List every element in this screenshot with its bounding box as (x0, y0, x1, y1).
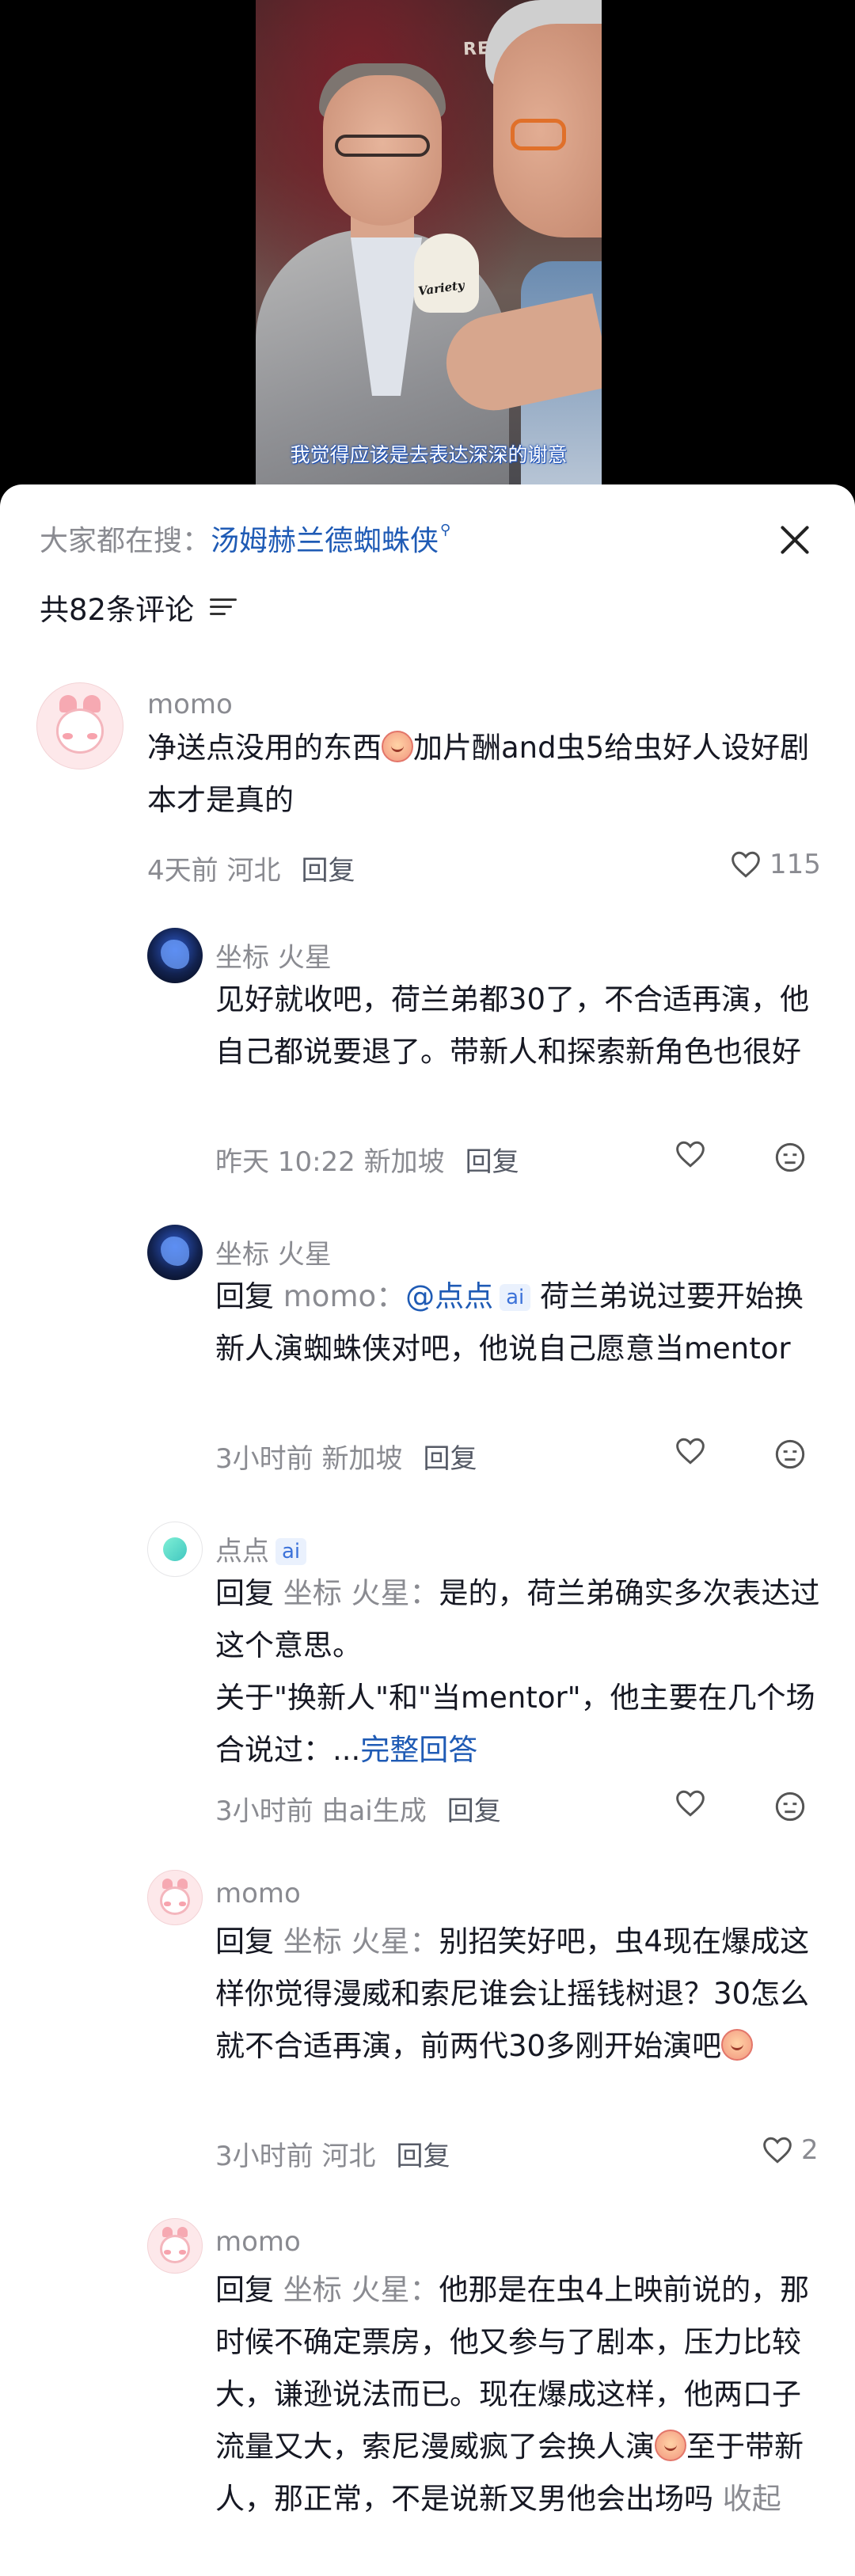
dislike-icon[interactable] (774, 1791, 806, 1822)
heart-icon (674, 1437, 706, 1465)
blue-blob-avatar[interactable] (147, 928, 203, 983)
reply-username-text: 点点 (215, 1536, 269, 1567)
comment-count-row: 共82条评论 (40, 586, 238, 629)
reply-button[interactable]: 回复 (466, 1146, 519, 1178)
heart-icon (674, 1140, 706, 1168)
reply-button[interactable]: 回复 (423, 1443, 477, 1475)
ai-tag: ai (500, 1284, 531, 1311)
comment-item: momo 净送点没用的东西 加片酬and虫5给虫好人设好剧本才是真的 4天前 河北… (0, 682, 855, 944)
trending-search[interactable]: 大家都在搜：汤姆赫兰德蜘蛛侠 ⚲ (40, 518, 450, 559)
reply-text: 见好就收吧，荷兰弟都30了，不合适再演，他自己都说要退了。带新人和探索新角色也很… (215, 982, 810, 1069)
reply-meta: 3小时前 河北 回复 (215, 2134, 450, 2173)
reply-prefix: 回复 (215, 1924, 274, 1959)
reply-time-location: 3小时前 新加坡 (215, 1443, 403, 1475)
reply-item: 坐标 火星 见好就收吧，荷兰弟都30了，不合适再演，他自己都说要退了。带新人和探… (0, 928, 855, 1197)
reply-text: 回复 坐标 火星：别招笑好吧，虫4现在爆成这样你觉得漫威和索尼谁会让摇钱树退？3… (215, 1916, 825, 2073)
trending-search-term[interactable]: 汤姆赫兰德蜘蛛侠 (211, 525, 439, 557)
comment-text-part: 净送点没用的东西 (147, 731, 382, 765)
face-emoji-icon (382, 731, 413, 762)
video-subtitle: 我觉得应该是去表达深深的谢意 (290, 443, 568, 466)
blue-blob-avatar[interactable] (147, 1225, 203, 1280)
comment-text: 净送点没用的东西 加片酬and虫5给虫好人设好剧本才是真的 (147, 722, 812, 826)
pink-bunny-avatar[interactable] (147, 2218, 203, 2274)
like-count: 2 (801, 2134, 819, 2166)
reply-item: 点点 ai 回复 坐标 火星：是的，荷兰弟确实多次表达过这个意思。 关于"换新人"… (0, 1522, 855, 1846)
reply-item: 坐标 火星 回复 momo：@点点 ai 荷兰弟说过要开始换新人演蜘蛛侠对吧，他说… (0, 1225, 855, 1494)
reply-text: 回复 坐标 火星：他那是在虫4上映前说的，那时候不确定票房，他又参与了剧本，压力… (215, 2264, 825, 2525)
reply-username[interactable]: 坐标 火星 (215, 1233, 332, 1271)
reply-prefix: 回复 (215, 2273, 274, 2307)
dislike-icon[interactable] (774, 1438, 806, 1470)
reply-text: 回复 坐标 火星：是的，荷兰弟确实多次表达过这个意思。 关于"换新人"和"当me… (215, 1567, 825, 1776)
reply-target[interactable]: 坐标 火星： (283, 1576, 439, 1610)
face-emoji-icon (721, 2029, 754, 2061)
pink-bunny-avatar[interactable] (36, 682, 124, 769)
sort-icon[interactable] (210, 597, 238, 617)
reply-target[interactable]: 坐标 火星： (283, 2273, 439, 2307)
reply-button[interactable]: 回复 (447, 1795, 501, 1827)
full-answer-link[interactable]: 完整回答 (360, 1733, 477, 1767)
like-button[interactable] (674, 1789, 706, 1818)
reply-button[interactable]: 回复 (301, 855, 355, 887)
like-button[interactable]: 2 (762, 2134, 819, 2166)
like-button[interactable] (674, 1437, 706, 1465)
mention-link[interactable]: @点点 (405, 1279, 493, 1313)
interviewer-glasses (511, 119, 566, 150)
comment-sheet: 大家都在搜：汤姆赫兰德蜘蛛侠 ⚲ 共82条评论 momo 净送点没用的东西 加片酬a… (0, 484, 855, 2576)
heart-icon (762, 2136, 793, 2164)
reply-target[interactable]: momo： (283, 1279, 405, 1313)
reply-meta: 3小时前 新加坡 回复 (215, 1437, 477, 1476)
comment-username[interactable]: momo (147, 689, 233, 720)
reply-meta: 昨天 10:22 新加坡 回复 (215, 1140, 519, 1179)
video-frame: RESIDENT Variety 我觉得应该是去表达深深的谢意 (256, 0, 602, 484)
reply-time-location: 昨天 10:22 新加坡 (215, 1146, 445, 1178)
reply-time-location: 3小时前 河北 (215, 2141, 376, 2172)
reply-username[interactable]: 坐标 火星 (215, 936, 332, 975)
interviewee-glasses (335, 135, 430, 157)
ai-tag: ai (276, 1538, 307, 1565)
collapse-link[interactable]: 收起 (723, 2482, 781, 2516)
reply-meta: 3小时前 由ai生成 回复 (215, 1789, 501, 1828)
comment-time-location: 4天前 河北 (147, 855, 281, 887)
like-button[interactable] (674, 1140, 706, 1168)
heart-icon (730, 850, 762, 879)
reply-time-location: 3小时前 由ai生成 (215, 1795, 427, 1827)
like-button[interactable]: 115 (730, 849, 821, 880)
comment-count: 共82条评论 (40, 593, 195, 627)
ai-avatar[interactable] (147, 1522, 203, 1577)
heart-icon (674, 1789, 706, 1818)
reply-button[interactable]: 回复 (396, 2141, 450, 2172)
reply-text: 回复 momo：@点点 ai 荷兰弟说过要开始换新人演蜘蛛侠对吧，他说自己愿意当m… (215, 1271, 825, 1375)
pink-bunny-avatar[interactable] (147, 1870, 203, 1925)
comment-meta: 4天前 河北 回复 (147, 849, 355, 887)
search-icon: ⚲ (440, 522, 451, 538)
reply-target[interactable]: 坐标 火星： (283, 1924, 439, 1959)
reply-text-content-2: 关于"换新人"和"当mentor"，他主要在几个场合说过：... (215, 1681, 815, 1767)
trending-search-prefix: 大家都在搜： (40, 525, 211, 557)
microphone (414, 234, 479, 313)
like-count: 115 (770, 849, 821, 880)
reply-prefix: 回复 (215, 1576, 274, 1610)
reply-username[interactable]: momo (215, 1878, 301, 1909)
reply-username[interactable]: 点点 ai (215, 1529, 307, 1568)
reply-prefix: 回复 (215, 1279, 274, 1313)
reply-username[interactable]: momo (215, 2226, 301, 2258)
video-player[interactable]: RESIDENT Variety 我觉得应该是去表达深深的谢意 (0, 0, 855, 484)
reply-item: momo 回复 坐标 火星：他那是在虫4上映前说的，那时候不确定票房，他又参与了… (0, 2218, 855, 2576)
close-icon[interactable] (774, 519, 815, 560)
dislike-icon[interactable] (774, 1142, 806, 1173)
reply-item: momo 回复 坐标 火星：别招笑好吧，虫4现在爆成这样你觉得漫威和索尼谁会让摇… (0, 1870, 855, 2194)
face-emoji-icon (655, 2430, 686, 2461)
